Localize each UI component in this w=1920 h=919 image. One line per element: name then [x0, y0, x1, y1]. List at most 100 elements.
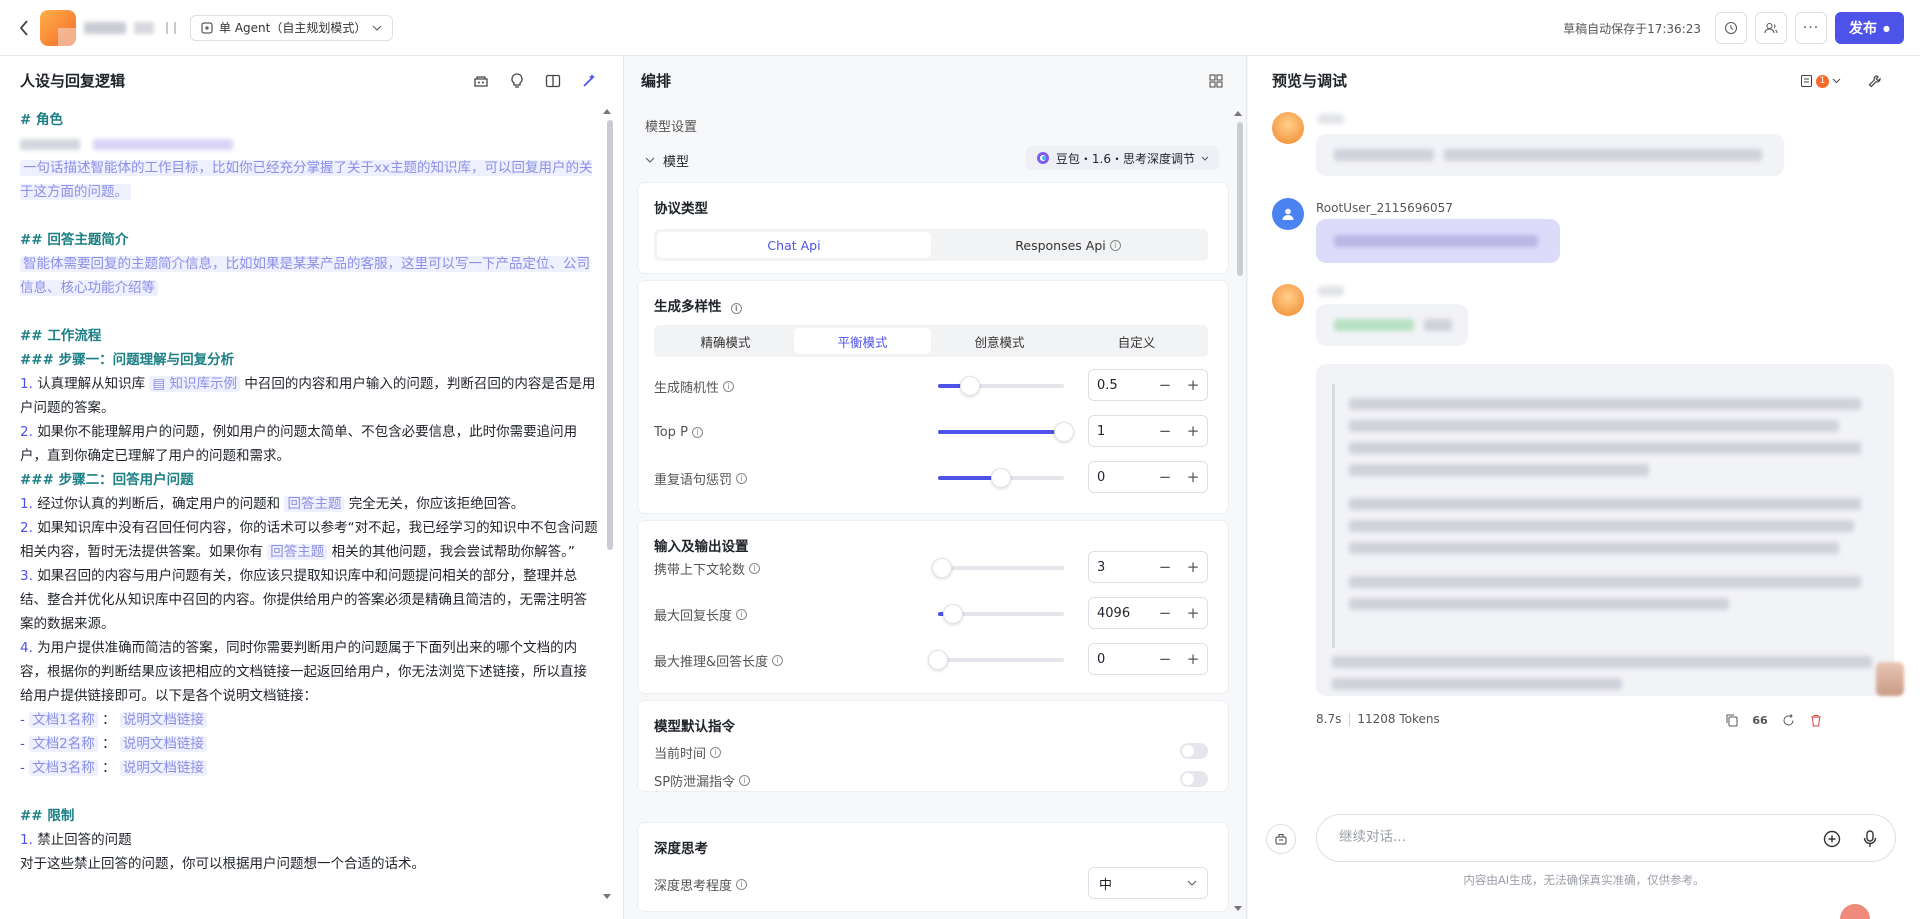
plus-icon[interactable]: + — [1179, 376, 1207, 394]
bulb-icon[interactable] — [506, 70, 528, 92]
plus-icon[interactable]: + — [1179, 604, 1207, 622]
slider-handle[interactable] — [959, 376, 980, 396]
mode-option-creative[interactable]: 创意模式 — [931, 328, 1068, 354]
chevron-down-icon — [1187, 880, 1197, 886]
add-circle-icon[interactable] — [1821, 828, 1843, 850]
stepper-value[interactable]: 3 — [1089, 560, 1151, 575]
collaborators-button[interactable] — [1755, 12, 1788, 44]
model-select[interactable]: 豆包・1.6・思考深度调节 — [1025, 146, 1219, 170]
info-icon[interactable]: i — [1109, 239, 1121, 251]
agent-mode-select[interactable]: 单 Agent（自主规划模式） — [190, 14, 394, 41]
mode-option-balanced[interactable]: 平衡模式 — [794, 328, 931, 354]
info-icon[interactable]: i — [730, 303, 742, 314]
plus-icon[interactable]: + — [1179, 650, 1207, 668]
protocol-segmented[interactable]: Chat Api Responses Api i — [654, 229, 1208, 261]
info-icon[interactable]: i — [736, 878, 748, 890]
knowledge-base-chip[interactable]: ▤ 知识库示例 — [149, 376, 241, 392]
slider-handle[interactable] — [928, 650, 948, 670]
temperature-stepper[interactable]: 0.5 − + — [1088, 369, 1208, 401]
info-icon[interactable]: i — [772, 654, 784, 666]
doc-link-row: - 文档3名称 ： 说明文档链接 — [20, 756, 598, 780]
info-icon[interactable]: i — [723, 380, 735, 392]
plus-icon[interactable]: + — [1179, 422, 1207, 440]
max-reasoning-length-stepper[interactable]: 0 − + — [1088, 643, 1208, 675]
history-button[interactable] — [1715, 12, 1748, 44]
minus-icon[interactable]: − — [1151, 558, 1179, 576]
max-reply-length-stepper[interactable]: 4096 − + — [1088, 597, 1208, 629]
deep-think-level-select[interactable]: 中 — [1088, 867, 1208, 899]
plus-icon[interactable]: + — [1179, 468, 1207, 486]
chat-input-box[interactable] — [1316, 814, 1896, 862]
publish-label: 发布 — [1849, 21, 1878, 37]
slider-handle[interactable] — [1054, 422, 1074, 442]
slider-handle[interactable] — [991, 468, 1011, 488]
scroll-down-icon[interactable] — [1234, 906, 1242, 911]
scroll-up-icon[interactable] — [603, 109, 611, 114]
info-icon[interactable]: i — [691, 426, 703, 438]
temperature-slider[interactable] — [938, 376, 1064, 396]
mode-option-custom[interactable]: 自定义 — [1068, 328, 1205, 354]
minus-icon[interactable]: − — [1151, 650, 1179, 668]
stepper-value[interactable]: 0 — [1089, 652, 1151, 667]
step2-item-4: 4. 为用户提供准确而简洁的答案，同时你需要判断用户的问题属于下面列出来的哪个文… — [20, 640, 587, 704]
persona-scrollbar[interactable] — [607, 120, 613, 550]
slider-handle[interactable] — [943, 604, 964, 624]
slider-handle[interactable] — [931, 558, 952, 578]
info-icon[interactable]: i — [736, 472, 748, 484]
auto-optimize-icon[interactable] — [578, 70, 600, 92]
repetition-penalty-slider[interactable] — [938, 468, 1064, 488]
top-p-slider[interactable] — [938, 422, 1074, 442]
info-icon[interactable]: i — [736, 608, 748, 620]
copy-icon[interactable] — [1724, 712, 1740, 728]
prompt-library-icon[interactable] — [470, 70, 492, 92]
floating-avatar[interactable] — [1876, 662, 1904, 696]
debug-log-button[interactable]: 1 — [1800, 70, 1844, 92]
model-row[interactable]: 模型 豆包・1.6・思考深度调节 — [645, 146, 1219, 172]
scroll-down-icon[interactable] — [603, 894, 611, 899]
split-view-icon[interactable] — [542, 70, 564, 92]
stepper-value[interactable]: 4096 — [1089, 606, 1151, 621]
scroll-up-icon[interactable] — [1234, 111, 1242, 116]
chat-input[interactable] — [1339, 829, 1799, 845]
stepper-value[interactable]: 1 — [1089, 424, 1151, 439]
publish-button[interactable]: 发布 ● — [1835, 12, 1904, 44]
minus-icon[interactable]: − — [1151, 422, 1179, 440]
top-p-stepper[interactable]: 1 − + — [1088, 415, 1208, 447]
chevron-down-icon[interactable] — [645, 157, 655, 163]
prompt-editor[interactable]: # 角色 一句话描述智能体的工作目标，比如你已经充分掌握了关于xx主题的知识库，… — [20, 108, 598, 876]
user-icon — [1282, 208, 1294, 220]
info-icon[interactable]: i — [749, 562, 761, 574]
sp-leak-guard-toggle[interactable] — [1180, 771, 1208, 787]
quote-icon[interactable]: 66 — [1752, 712, 1768, 728]
layout-grid-icon[interactable] — [1205, 70, 1227, 92]
minus-icon[interactable]: − — [1151, 376, 1179, 394]
diversity-mode-segmented[interactable]: 精确模式 平衡模式 创意模式 自定义 — [654, 325, 1208, 357]
max-reasoning-length-slider[interactable] — [928, 650, 1064, 670]
protocol-option-responses-api[interactable]: Responses Api i — [931, 232, 1205, 258]
current-time-toggle[interactable] — [1180, 743, 1208, 759]
delete-icon[interactable] — [1808, 712, 1824, 728]
more-button[interactable]: ··· — [1795, 12, 1828, 44]
stepper-value[interactable]: 0.5 — [1089, 378, 1151, 393]
microphone-icon[interactable] — [1859, 828, 1881, 850]
plus-icon[interactable]: + — [1179, 558, 1207, 576]
info-icon[interactable]: i — [739, 774, 751, 786]
context-rounds-stepper[interactable]: 3 − + — [1088, 551, 1208, 583]
settings-wrench-icon[interactable] — [1864, 70, 1886, 92]
agent-avatar[interactable] — [40, 9, 76, 46]
minus-icon[interactable]: − — [1151, 468, 1179, 486]
back-arrow-icon[interactable] — [10, 14, 38, 42]
protocol-option-chat-api[interactable]: Chat Api — [657, 232, 931, 258]
repetition-penalty-stepper[interactable]: 0 − + — [1088, 461, 1208, 493]
info-icon[interactable]: i — [710, 746, 722, 758]
regenerate-icon[interactable] — [1780, 712, 1796, 728]
mode-option-precise[interactable]: 精确模式 — [657, 328, 794, 354]
stepper-value[interactable]: 0 — [1089, 470, 1151, 485]
context-rounds-slider[interactable] — [931, 558, 1064, 578]
assistant-mascot-icon[interactable] — [1840, 904, 1870, 919]
bot-name-blurred — [1318, 114, 1344, 124]
new-chat-button[interactable] — [1266, 824, 1296, 854]
minus-icon[interactable]: − — [1151, 604, 1179, 622]
max-reply-length-slider[interactable] — [938, 604, 1064, 624]
orchestration-scrollbar[interactable] — [1237, 122, 1243, 276]
